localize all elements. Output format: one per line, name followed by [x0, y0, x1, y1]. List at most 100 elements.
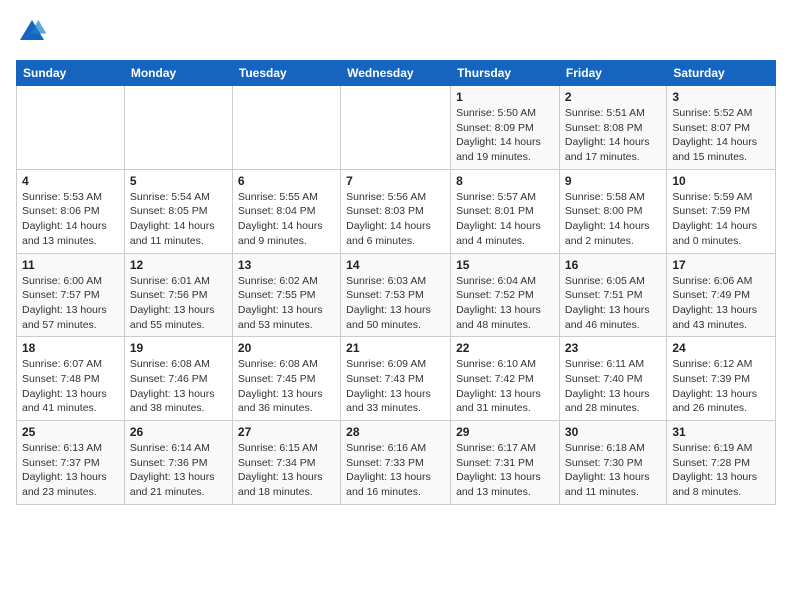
day-info: Sunrise: 6:16 AM Sunset: 7:33 PM Dayligh…	[346, 441, 445, 500]
day-info: Sunrise: 5:55 AM Sunset: 8:04 PM Dayligh…	[238, 190, 335, 249]
day-info: Sunrise: 5:59 AM Sunset: 7:59 PM Dayligh…	[672, 190, 770, 249]
day-info: Sunrise: 6:00 AM Sunset: 7:57 PM Dayligh…	[22, 274, 119, 333]
calendar-cell	[17, 86, 125, 170]
day-number: 7	[346, 174, 445, 188]
day-number: 25	[22, 425, 119, 439]
day-number: 27	[238, 425, 335, 439]
calendar-cell: 22 Sunrise: 6:10 AM Sunset: 7:42 PM Dayli…	[451, 337, 560, 421]
day-info: Sunrise: 6:07 AM Sunset: 7:48 PM Dayligh…	[22, 357, 119, 416]
day-info: Sunrise: 5:57 AM Sunset: 8:01 PM Dayligh…	[456, 190, 554, 249]
day-info: Sunrise: 6:05 AM Sunset: 7:51 PM Dayligh…	[565, 274, 661, 333]
day-info: Sunrise: 5:58 AM Sunset: 8:00 PM Dayligh…	[565, 190, 661, 249]
day-number: 2	[565, 90, 661, 104]
calendar-cell: 1Sunrise: 5:50 AM Sunset: 8:09 PM Daylig…	[451, 86, 560, 170]
day-number: 15	[456, 258, 554, 272]
calendar-cell: 8 Sunrise: 5:57 AM Sunset: 8:01 PM Daylig…	[451, 169, 560, 253]
day-number: 29	[456, 425, 554, 439]
day-number: 31	[672, 425, 770, 439]
day-info: Sunrise: 6:02 AM Sunset: 7:55 PM Dayligh…	[238, 274, 335, 333]
calendar-cell: 24 Sunrise: 6:12 AM Sunset: 7:39 PM Dayli…	[667, 337, 776, 421]
logo	[16, 16, 52, 48]
weekday-header-friday: Friday	[559, 61, 666, 86]
day-info: Sunrise: 6:04 AM Sunset: 7:52 PM Dayligh…	[456, 274, 554, 333]
calendar-cell: 7 Sunrise: 5:56 AM Sunset: 8:03 PM Daylig…	[341, 169, 451, 253]
calendar-cell: 12 Sunrise: 6:01 AM Sunset: 7:56 PM Dayli…	[124, 253, 232, 337]
logo-icon	[16, 16, 48, 48]
calendar-cell: 31 Sunrise: 6:19 AM Sunset: 7:28 PM Dayli…	[667, 421, 776, 505]
weekday-header-tuesday: Tuesday	[232, 61, 340, 86]
day-info: Sunrise: 6:19 AM Sunset: 7:28 PM Dayligh…	[672, 441, 770, 500]
day-number: 12	[130, 258, 227, 272]
week-row-4: 18 Sunrise: 6:07 AM Sunset: 7:48 PM Dayli…	[17, 337, 776, 421]
calendar-cell	[341, 86, 451, 170]
day-info: Sunrise: 6:15 AM Sunset: 7:34 PM Dayligh…	[238, 441, 335, 500]
calendar-cell: 23Sunrise: 6:11 AM Sunset: 7:40 PM Dayli…	[559, 337, 666, 421]
day-number: 4	[22, 174, 119, 188]
calendar-cell: 30Sunrise: 6:18 AM Sunset: 7:30 PM Dayli…	[559, 421, 666, 505]
weekday-header-row: SundayMondayTuesdayWednesdayThursdayFrid…	[17, 61, 776, 86]
day-number: 28	[346, 425, 445, 439]
day-number: 16	[565, 258, 661, 272]
day-info: Sunrise: 6:08 AM Sunset: 7:46 PM Dayligh…	[130, 357, 227, 416]
day-info: Sunrise: 6:08 AM Sunset: 7:45 PM Dayligh…	[238, 357, 335, 416]
calendar-table: SundayMondayTuesdayWednesdayThursdayFrid…	[16, 60, 776, 505]
calendar-cell: 28 Sunrise: 6:16 AM Sunset: 7:33 PM Dayli…	[341, 421, 451, 505]
day-info: Sunrise: 5:54 AM Sunset: 8:05 PM Dayligh…	[130, 190, 227, 249]
calendar-cell: 15 Sunrise: 6:04 AM Sunset: 7:52 PM Dayli…	[451, 253, 560, 337]
day-info: Sunrise: 6:03 AM Sunset: 7:53 PM Dayligh…	[346, 274, 445, 333]
day-number: 26	[130, 425, 227, 439]
day-number: 6	[238, 174, 335, 188]
calendar-cell: 14 Sunrise: 6:03 AM Sunset: 7:53 PM Dayli…	[341, 253, 451, 337]
day-info: Sunrise: 5:51 AM Sunset: 8:08 PM Dayligh…	[565, 106, 661, 165]
weekday-header-monday: Monday	[124, 61, 232, 86]
week-row-2: 4 Sunrise: 5:53 AM Sunset: 8:06 PM Daylig…	[17, 169, 776, 253]
day-number: 10	[672, 174, 770, 188]
day-number: 23	[565, 341, 661, 355]
day-number: 21	[346, 341, 445, 355]
day-number: 14	[346, 258, 445, 272]
calendar-cell: 17Sunrise: 6:06 AM Sunset: 7:49 PM Dayli…	[667, 253, 776, 337]
weekday-header-saturday: Saturday	[667, 61, 776, 86]
day-info: Sunrise: 5:53 AM Sunset: 8:06 PM Dayligh…	[22, 190, 119, 249]
week-row-5: 25 Sunrise: 6:13 AM Sunset: 7:37 PM Dayli…	[17, 421, 776, 505]
calendar-cell: 25 Sunrise: 6:13 AM Sunset: 7:37 PM Dayli…	[17, 421, 125, 505]
calendar-cell: 13 Sunrise: 6:02 AM Sunset: 7:55 PM Dayli…	[232, 253, 340, 337]
day-info: Sunrise: 6:13 AM Sunset: 7:37 PM Dayligh…	[22, 441, 119, 500]
calendar-cell: 16 Sunrise: 6:05 AM Sunset: 7:51 PM Dayli…	[559, 253, 666, 337]
calendar-cell: 21Sunrise: 6:09 AM Sunset: 7:43 PM Dayli…	[341, 337, 451, 421]
calendar-cell: 26 Sunrise: 6:14 AM Sunset: 7:36 PM Dayli…	[124, 421, 232, 505]
day-number: 18	[22, 341, 119, 355]
day-info: Sunrise: 6:01 AM Sunset: 7:56 PM Dayligh…	[130, 274, 227, 333]
day-info: Sunrise: 6:14 AM Sunset: 7:36 PM Dayligh…	[130, 441, 227, 500]
page-header	[16, 16, 776, 48]
weekday-header-sunday: Sunday	[17, 61, 125, 86]
weekday-header-thursday: Thursday	[451, 61, 560, 86]
calendar-cell: 27 Sunrise: 6:15 AM Sunset: 7:34 PM Dayli…	[232, 421, 340, 505]
day-number: 13	[238, 258, 335, 272]
week-row-3: 11 Sunrise: 6:00 AM Sunset: 7:57 PM Dayli…	[17, 253, 776, 337]
calendar-cell: 10 Sunrise: 5:59 AM Sunset: 7:59 PM Dayli…	[667, 169, 776, 253]
day-number: 20	[238, 341, 335, 355]
weekday-header-wednesday: Wednesday	[341, 61, 451, 86]
calendar-cell: 29 Sunrise: 6:17 AM Sunset: 7:31 PM Dayli…	[451, 421, 560, 505]
day-info: Sunrise: 6:17 AM Sunset: 7:31 PM Dayligh…	[456, 441, 554, 500]
day-number: 24	[672, 341, 770, 355]
week-row-1: 1Sunrise: 5:50 AM Sunset: 8:09 PM Daylig…	[17, 86, 776, 170]
calendar-cell: 3Sunrise: 5:52 AM Sunset: 8:07 PM Daylig…	[667, 86, 776, 170]
calendar-cell: 20 Sunrise: 6:08 AM Sunset: 7:45 PM Dayli…	[232, 337, 340, 421]
calendar-cell: 4 Sunrise: 5:53 AM Sunset: 8:06 PM Daylig…	[17, 169, 125, 253]
day-info: Sunrise: 6:18 AM Sunset: 7:30 PM Dayligh…	[565, 441, 661, 500]
day-info: Sunrise: 6:12 AM Sunset: 7:39 PM Dayligh…	[672, 357, 770, 416]
calendar-cell	[232, 86, 340, 170]
day-number: 17	[672, 258, 770, 272]
day-info: Sunrise: 6:10 AM Sunset: 7:42 PM Dayligh…	[456, 357, 554, 416]
day-number: 8	[456, 174, 554, 188]
calendar-cell: 2 Sunrise: 5:51 AM Sunset: 8:08 PM Daylig…	[559, 86, 666, 170]
day-number: 22	[456, 341, 554, 355]
calendar-cell: 9Sunrise: 5:58 AM Sunset: 8:00 PM Daylig…	[559, 169, 666, 253]
calendar-cell: 11 Sunrise: 6:00 AM Sunset: 7:57 PM Dayli…	[17, 253, 125, 337]
calendar-cell: 19Sunrise: 6:08 AM Sunset: 7:46 PM Dayli…	[124, 337, 232, 421]
day-info: Sunrise: 5:56 AM Sunset: 8:03 PM Dayligh…	[346, 190, 445, 249]
day-number: 11	[22, 258, 119, 272]
day-number: 3	[672, 90, 770, 104]
